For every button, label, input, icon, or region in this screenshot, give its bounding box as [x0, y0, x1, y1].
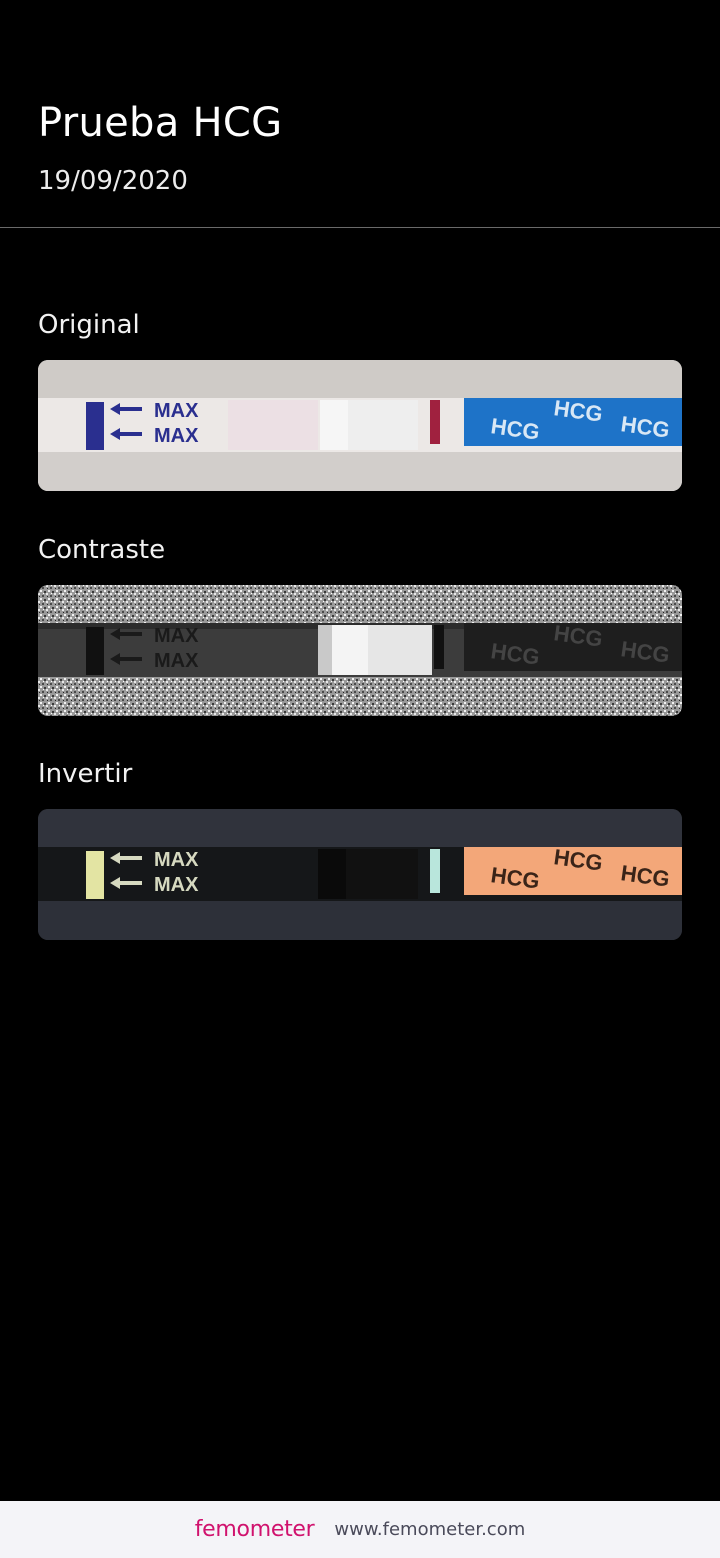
- control-marker: [86, 627, 104, 675]
- section-label-invert: Invertir: [38, 759, 133, 789]
- test-strip-original-svg: MAX MAX HCG HCG HCG: [38, 360, 682, 491]
- test-date: 19/09/2020: [38, 166, 188, 196]
- brand-logo: femometer: [194, 1517, 315, 1542]
- max-text: MAX: [154, 874, 199, 896]
- test-line: [430, 400, 440, 444]
- test-strip-contrast-svg: MAX MAX HCG HCG HCG: [38, 585, 682, 716]
- page-title: Prueba HCG: [38, 100, 283, 146]
- section-label-original: Original: [38, 310, 140, 340]
- max-text: MAX: [154, 650, 199, 672]
- footer-banner: femometer www.femometer.com: [0, 1501, 720, 1558]
- control-marker: [86, 402, 104, 450]
- max-text: MAX: [154, 625, 199, 647]
- max-text: MAX: [154, 425, 199, 447]
- test-line: [434, 625, 444, 669]
- header: Prueba HCG 19/09/2020: [0, 0, 720, 228]
- control-marker: [86, 851, 104, 899]
- test-strip-invert-image[interactable]: MAX MAX HCG HCG HCG: [38, 809, 682, 940]
- max-text: MAX: [154, 849, 199, 871]
- website-link[interactable]: www.femometer.com: [334, 1519, 525, 1540]
- test-strip-contrast-image[interactable]: MAX MAX HCG HCG HCG: [38, 585, 682, 716]
- test-strip-invert-svg: MAX MAX HCG HCG HCG: [38, 809, 682, 940]
- section-label-contrast: Contraste: [38, 535, 166, 565]
- test-line: [430, 849, 440, 893]
- test-strip-original-image[interactable]: MAX MAX HCG HCG HCG: [38, 360, 682, 491]
- max-text: MAX: [154, 400, 199, 422]
